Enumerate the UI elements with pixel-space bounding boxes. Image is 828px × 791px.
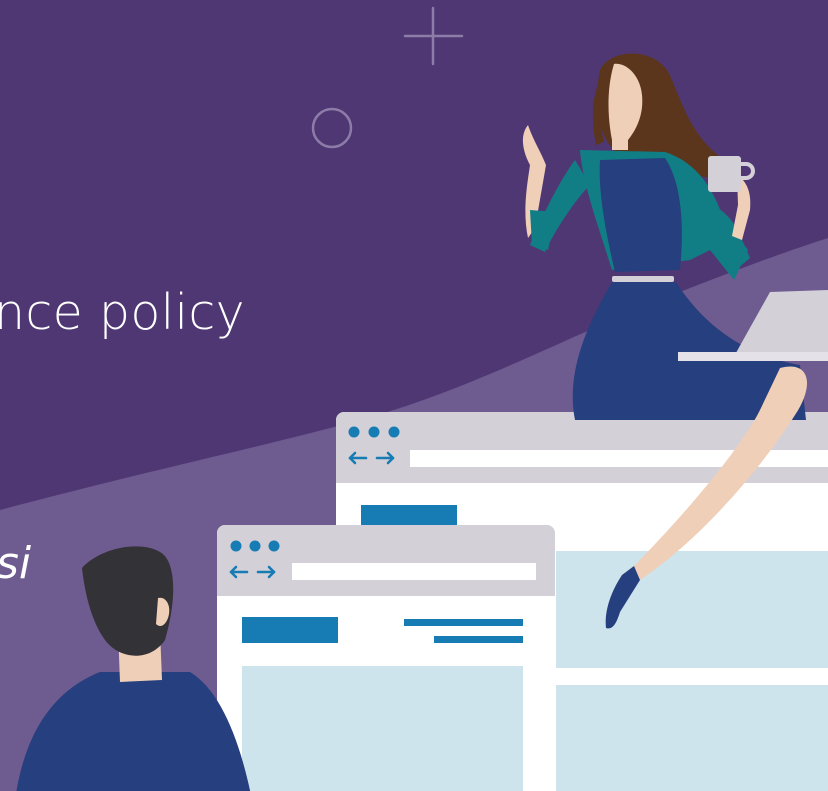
banner-subline: si (0, 538, 32, 589)
content-panel-bottom (556, 685, 828, 791)
window-dots-icon (230, 540, 280, 552)
content-panel (242, 666, 523, 791)
background-illustration (0, 6, 828, 791)
banner-headline: nce policy (0, 284, 245, 341)
circle-outline-icon (311, 107, 353, 149)
plus-icon (403, 6, 464, 66)
content-panel-top (556, 551, 828, 668)
address-bar (292, 563, 536, 580)
menu-line (434, 636, 523, 643)
window-dots-icon (348, 426, 400, 438)
header-block (242, 617, 338, 643)
browser-window-front (217, 525, 555, 791)
menu-line (404, 619, 523, 626)
